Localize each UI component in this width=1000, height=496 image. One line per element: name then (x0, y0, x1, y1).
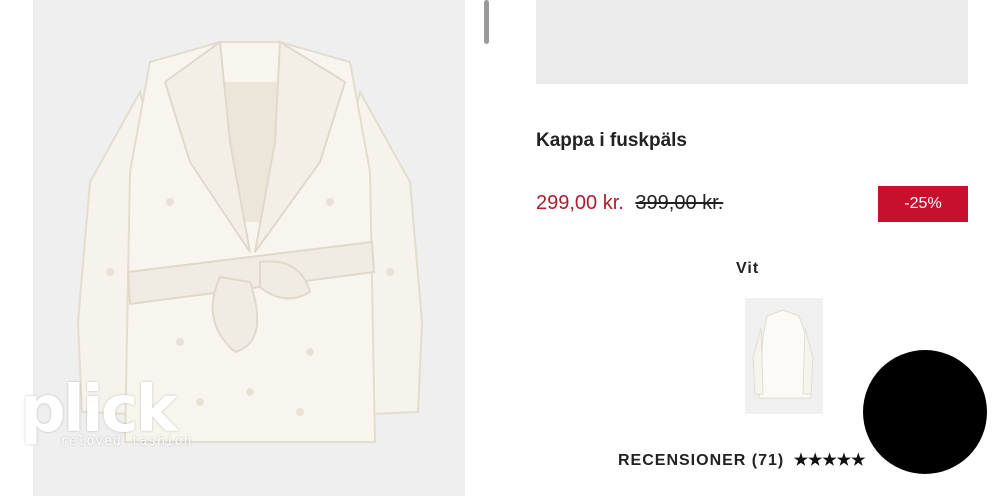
plick-watermark: plick reloved fashion (20, 378, 192, 449)
current-price: 299,00 kr. (536, 192, 624, 214)
scrollbar[interactable] (484, 0, 489, 44)
product-image-panel: plick reloved fashion (0, 0, 492, 496)
plick-tagline: reloved fashion (60, 434, 193, 449)
price-row: 299,00 kr. 399,00 kr. (536, 192, 723, 215)
reviews-section[interactable]: RECENSIONER (71) ★★★★★ (618, 450, 865, 470)
reviews-label: RECENSIONER (71) (618, 452, 785, 469)
image-placeholder-banner (536, 0, 968, 84)
chat-bubble-icon[interactable] (863, 350, 987, 474)
discount-badge: -25% (878, 186, 968, 222)
original-price: 399,00 kr. (635, 192, 724, 214)
plick-logo: plick (20, 373, 178, 447)
star-rating-icon: ★★★★★ (793, 452, 866, 469)
swatch-coat-image (752, 309, 814, 399)
color-name-label: Vit (736, 260, 760, 277)
product-title: Kappa i fuskpäls (536, 130, 687, 151)
color-swatch-thumbnail[interactable] (745, 298, 823, 414)
